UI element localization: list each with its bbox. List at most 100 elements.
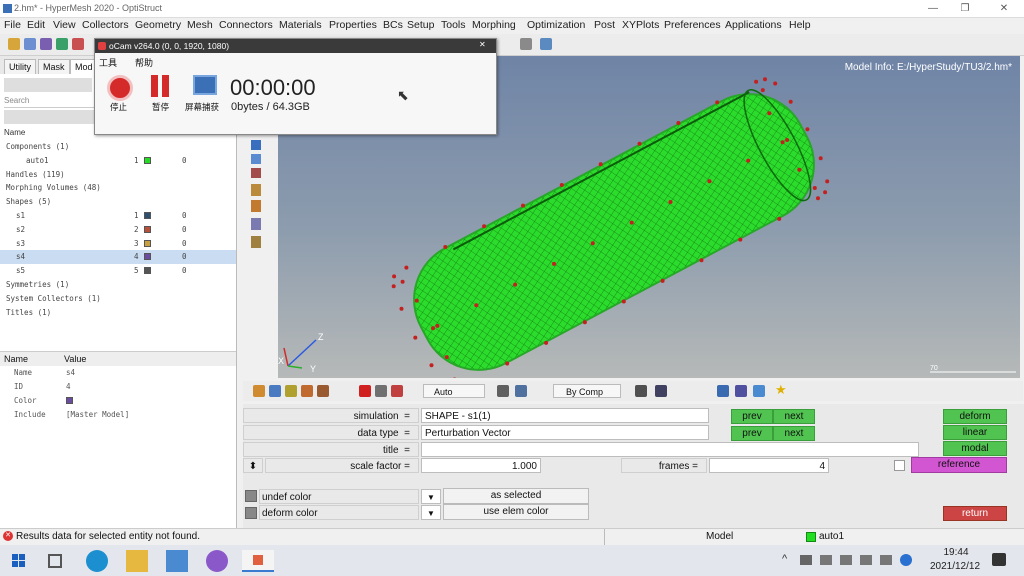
tray-chevron-icon[interactable]: ^ bbox=[782, 553, 787, 565]
menu-preferences[interactable]: Preferences bbox=[664, 19, 721, 31]
features-icon[interactable] bbox=[269, 385, 281, 397]
morph-handle[interactable] bbox=[746, 158, 751, 163]
recorder-menu-help[interactable]: 帮助 bbox=[135, 56, 153, 69]
menu-file[interactable]: File bbox=[4, 19, 21, 31]
menu-view[interactable]: View bbox=[53, 19, 76, 31]
morph-handle[interactable] bbox=[391, 284, 396, 289]
tree-row-color-swatch[interactable] bbox=[144, 225, 151, 233]
morph-handle[interactable] bbox=[788, 99, 793, 104]
isolate-icon[interactable] bbox=[375, 385, 387, 397]
morph-handle[interactable] bbox=[621, 299, 626, 304]
pause-icon[interactable] bbox=[151, 75, 158, 97]
task-view-icon[interactable] bbox=[48, 554, 62, 568]
morph-handle[interactable] bbox=[707, 179, 712, 184]
morph-handle[interactable] bbox=[552, 261, 556, 266]
view-icon[interactable] bbox=[251, 140, 261, 150]
tab-mask[interactable]: Mask bbox=[38, 59, 70, 74]
data-type-prev-button[interactable]: prev bbox=[731, 426, 773, 441]
morph-handle[interactable] bbox=[699, 258, 704, 263]
tree-row[interactable]: s2 2 0 bbox=[0, 223, 236, 237]
status-component[interactable]: auto1 bbox=[819, 531, 844, 542]
recorder-menu-tools[interactable]: 工具 bbox=[99, 56, 117, 69]
morph-handle[interactable] bbox=[590, 241, 595, 246]
eye-icon[interactable] bbox=[717, 385, 729, 397]
layer-icon[interactable] bbox=[735, 385, 747, 397]
tray-app-icon[interactable] bbox=[800, 555, 812, 565]
undo-icon[interactable] bbox=[72, 38, 84, 50]
morph-handle[interactable] bbox=[785, 138, 790, 142]
tree-row-color-swatch[interactable] bbox=[144, 253, 151, 261]
mesh-icon[interactable] bbox=[655, 385, 667, 397]
hyperworks-icon[interactable] bbox=[206, 550, 228, 572]
menu-properties[interactable]: Properties bbox=[329, 19, 377, 31]
tray-battery-icon[interactable] bbox=[840, 555, 852, 565]
morph-handle[interactable] bbox=[773, 81, 778, 86]
morph-handle[interactable] bbox=[414, 298, 419, 303]
morph-handle[interactable] bbox=[629, 220, 634, 225]
tree-row[interactable]: Morphing Volumes (48) bbox=[0, 181, 236, 195]
menu-help[interactable]: Help bbox=[789, 19, 811, 31]
morph-handle[interactable] bbox=[392, 274, 397, 279]
menu-bcs[interactable]: BCs bbox=[383, 19, 403, 31]
normals-icon[interactable] bbox=[317, 385, 329, 397]
tree-row[interactable]: Titles (1) bbox=[0, 306, 236, 320]
morph-handle[interactable] bbox=[816, 196, 820, 201]
graph-icon[interactable] bbox=[515, 385, 527, 397]
morph-handle[interactable] bbox=[399, 306, 404, 311]
tree-row[interactable]: s5 5 0 bbox=[0, 264, 236, 278]
screen-capture-icon[interactable] bbox=[193, 75, 217, 95]
title-field[interactable] bbox=[421, 442, 919, 457]
results-icon[interactable] bbox=[251, 236, 261, 248]
menu-setup[interactable]: Setup bbox=[407, 19, 434, 31]
menu-geometry[interactable]: Geometry bbox=[135, 19, 181, 31]
delete-icon[interactable] bbox=[359, 385, 371, 397]
open-icon[interactable] bbox=[8, 38, 20, 50]
morph-handle[interactable] bbox=[760, 88, 765, 93]
undef-color-swatch[interactable] bbox=[245, 490, 257, 502]
property-value[interactable]: 4 bbox=[66, 380, 71, 394]
morph-handle[interactable] bbox=[482, 224, 487, 229]
clock-date[interactable]: 2021/12/12 bbox=[922, 561, 988, 572]
tree-row[interactable]: System Collectors (1) bbox=[0, 292, 236, 306]
morph-handle[interactable] bbox=[812, 186, 817, 190]
use-elem-color-button[interactable]: use elem color bbox=[443, 504, 589, 520]
export-icon[interactable] bbox=[56, 38, 68, 50]
deform-color-swatch[interactable] bbox=[245, 507, 257, 519]
morph-handle[interactable] bbox=[780, 140, 785, 145]
linear-button[interactable]: linear bbox=[943, 425, 1007, 440]
pause-icon-bar[interactable] bbox=[162, 75, 169, 97]
tree-row[interactable]: Handles (119) bbox=[0, 168, 236, 182]
menu-post[interactable]: Post bbox=[594, 19, 615, 31]
morph-handle[interactable] bbox=[818, 156, 823, 161]
color-mode-select[interactable]: By Comp bbox=[553, 384, 621, 398]
tree-row[interactable]: Shapes (5) bbox=[0, 195, 236, 209]
morph-handle[interactable] bbox=[435, 323, 440, 328]
rotate-icon[interactable] bbox=[520, 38, 532, 50]
lines-icon[interactable] bbox=[301, 385, 313, 397]
transparency-icon[interactable] bbox=[285, 385, 297, 397]
morph-handle[interactable] bbox=[513, 282, 518, 287]
show-icon[interactable] bbox=[391, 385, 403, 397]
reference-checkbox[interactable] bbox=[894, 460, 905, 471]
morph-handle[interactable] bbox=[805, 127, 810, 132]
tree-row-color-swatch[interactable] bbox=[144, 156, 151, 164]
morph-handle[interactable] bbox=[443, 245, 448, 249]
deform-color-dropdown-icon[interactable]: ▼ bbox=[421, 505, 441, 520]
menu-optimization[interactable]: Optimization bbox=[527, 19, 585, 31]
clip-icon[interactable] bbox=[753, 385, 765, 397]
menu-xyplots[interactable]: XYPlots bbox=[622, 19, 659, 31]
stop-icon[interactable] bbox=[107, 75, 133, 101]
property-value[interactable]: s4 bbox=[66, 366, 75, 380]
shade-icon[interactable] bbox=[251, 184, 261, 196]
morph-handle[interactable] bbox=[777, 216, 782, 221]
menu-mesh[interactable]: Mesh bbox=[187, 19, 213, 31]
morph-handle[interactable] bbox=[763, 77, 767, 82]
tree-row[interactable]: auto1 1 0 bbox=[0, 154, 236, 168]
modal-button[interactable]: modal bbox=[943, 441, 1007, 456]
simulation-field[interactable]: SHAPE - s1(1) bbox=[421, 408, 709, 423]
view-mode-select[interactable]: Auto bbox=[423, 384, 485, 398]
save-icon[interactable] bbox=[24, 38, 36, 50]
menu-edit[interactable]: Edit bbox=[27, 19, 45, 31]
morph-handle[interactable] bbox=[598, 162, 603, 167]
tree-row-color-swatch[interactable] bbox=[144, 239, 151, 247]
